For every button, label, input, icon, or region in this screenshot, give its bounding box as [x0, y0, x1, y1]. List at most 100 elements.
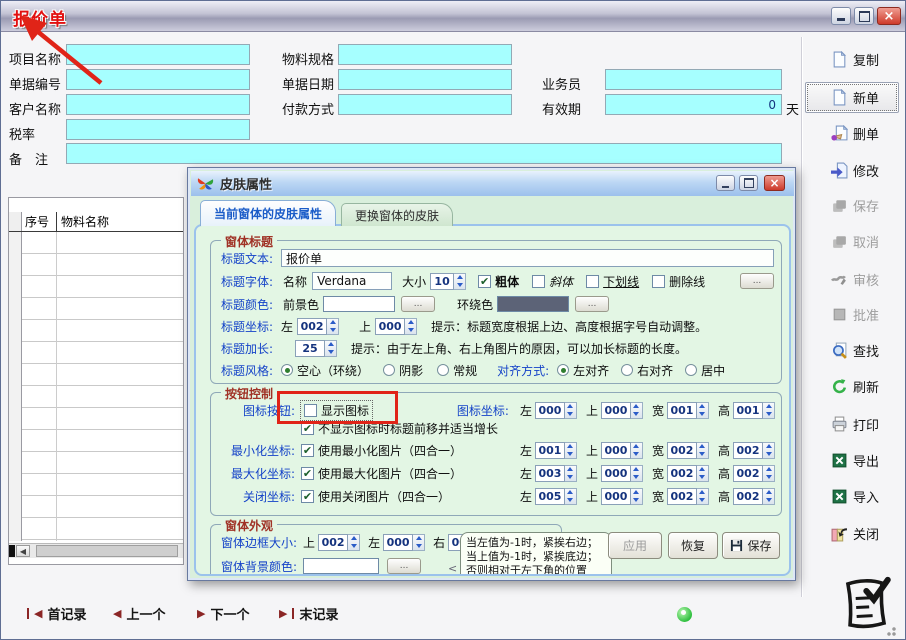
style-hollow-radio[interactable]: 空心（环绕）: [281, 362, 369, 379]
tab-current-skin[interactable]: 当前窗体的皮肤属性: [200, 200, 336, 226]
find-button[interactable]: 查找: [807, 339, 903, 361]
doc-no-input[interactable]: [66, 69, 250, 90]
audit-icon: [831, 271, 848, 288]
remark-input[interactable]: [66, 143, 782, 164]
save-button[interactable]: 保存: [807, 194, 903, 216]
apply-button[interactable]: 应用: [608, 532, 662, 559]
printer-icon: [831, 416, 848, 433]
bg-color-label: 窗体背景颜色:: [221, 558, 297, 575]
maximize-button[interactable]: [854, 7, 874, 25]
align-left-radio[interactable]: 左对齐: [557, 362, 609, 379]
copy-doc-icon: [831, 51, 848, 68]
icon-top-spinner: 000: [601, 402, 643, 419]
validity-input[interactable]: 0: [605, 94, 782, 115]
grid-row-selectors[interactable]: [9, 232, 22, 541]
align-center-radio[interactable]: 居中: [685, 362, 725, 379]
audit-button[interactable]: 审核: [807, 268, 903, 290]
close-height-spinner: 002: [733, 488, 775, 505]
use-close-image-checkbox[interactable]: 使用关闭图片（四合一）: [301, 488, 450, 505]
main-titlebar[interactable]: [1, 1, 906, 32]
style-normal-radio[interactable]: 常规: [437, 362, 477, 379]
grid-hscrollbar[interactable]: ◀: [9, 543, 183, 558]
nav-first-record[interactable]: ◀ 首记录: [27, 604, 86, 623]
font-name-input[interactable]: Verdana: [312, 272, 392, 290]
nav-last-record[interactable]: ▶ 末记录: [279, 604, 338, 623]
strike-checkbox[interactable]: 删除线: [652, 273, 705, 290]
approve-button[interactable]: 批准: [807, 303, 903, 325]
nav-next[interactable]: ▶ 下一个: [197, 604, 249, 623]
close-coord-label: 关闭坐标:: [221, 488, 295, 505]
delete-doc-button[interactable]: 删单: [807, 122, 903, 144]
grid-header-material[interactable]: 物料名称: [61, 212, 109, 231]
close-doc-button[interactable]: 关闭: [807, 522, 903, 544]
salesman-input[interactable]: [605, 69, 782, 90]
export-button[interactable]: 导出: [807, 449, 903, 471]
modify-button[interactable]: 修改: [807, 159, 903, 181]
dialog-titlebar[interactable]: 皮肤属性: [191, 171, 794, 196]
material-spec-input[interactable]: [338, 44, 512, 65]
bold-checkbox[interactable]: 粗体: [478, 273, 519, 290]
font-picker-button[interactable]: ...: [740, 273, 774, 289]
scroll-left-button[interactable]: ◀: [16, 545, 30, 557]
style-shadow-radio[interactable]: 阴影: [383, 362, 423, 379]
use-minimize-image-checkbox[interactable]: 使用最小化图片（四合一）: [301, 442, 462, 459]
copy-button[interactable]: 复制: [807, 48, 903, 70]
close-icon: ×: [884, 9, 895, 24]
foreground-swatch[interactable]: [323, 296, 395, 312]
grid-header-seq[interactable]: 序号: [25, 212, 49, 231]
foreground-label: 前景色: [283, 296, 319, 313]
new-doc-button[interactable]: 新单: [807, 86, 903, 108]
refresh-button[interactable]: 刷新: [807, 375, 903, 397]
tab-change-skin[interactable]: 更换窗体的皮肤: [341, 203, 453, 226]
dialog-minimize-button[interactable]: [716, 175, 735, 191]
validity-label: 有效期: [542, 99, 581, 118]
search-icon: [831, 342, 848, 359]
print-button[interactable]: 打印: [807, 413, 903, 435]
align-right-radio[interactable]: 右对齐: [621, 362, 673, 379]
new-doc-icon: [831, 89, 848, 106]
button-control-legend: 按钮控制: [221, 385, 277, 402]
use-maximize-image-checkbox[interactable]: 使用最大化图片（四合一）: [301, 465, 462, 482]
customer-input[interactable]: [66, 94, 250, 115]
scroll-thumb[interactable]: [36, 545, 178, 557]
project-name-input[interactable]: [66, 44, 250, 65]
title-font-label: 标题字体:: [221, 273, 273, 290]
title-style-row: 标题风格: 空心（环绕） 阴影 常规 对齐方式: 左对齐 右对齐 居中: [221, 361, 774, 379]
doc-date-input[interactable]: [338, 69, 512, 90]
close-button[interactable]: ×: [877, 7, 901, 25]
min-height-spinner: 002: [733, 442, 775, 459]
grid-corner-cell: [9, 212, 22, 231]
restore-button[interactable]: 恢复: [668, 532, 718, 559]
grid-header-divider: [56, 212, 57, 231]
cancel-button[interactable]: 取消: [807, 230, 903, 252]
italic-checkbox[interactable]: 斜体: [532, 273, 573, 290]
min-top-spinner: 000: [601, 442, 643, 459]
dialog-maximize-button[interactable]: [739, 175, 758, 191]
minimize-button[interactable]: [831, 7, 851, 25]
import-button[interactable]: 导入: [807, 485, 903, 507]
annotation-highlight-rect: [277, 391, 398, 424]
previous-icon: ◀: [113, 608, 121, 619]
max-height-spinner: 002: [733, 465, 775, 482]
minimize-icon: [837, 18, 845, 21]
close-book-icon: [831, 525, 848, 542]
spinner-buttons[interactable]: [454, 273, 466, 290]
title-text-input[interactable]: 报价单: [281, 249, 774, 267]
excel-export-icon: [831, 452, 848, 469]
save-skin-button[interactable]: 保存: [722, 532, 780, 559]
window-title-group: 窗体标题 标题文本: 报价单 标题字体: 名称 Verdana 大小 10 粗体…: [210, 240, 782, 384]
underline-checkbox[interactable]: 下划线: [586, 273, 639, 290]
grid-rows[interactable]: [9, 232, 183, 541]
nav-previous[interactable]: ◀ 上一个: [113, 604, 165, 623]
wrap-color-swatch[interactable]: [497, 296, 569, 312]
wrap-picker-button[interactable]: ...: [575, 296, 609, 312]
bg-color-swatch[interactable]: [303, 558, 379, 574]
grid-splitter-box[interactable]: [9, 545, 15, 557]
bg-color-picker-button[interactable]: ...: [387, 558, 421, 574]
payment-input[interactable]: [338, 94, 512, 115]
dialog-close-button[interactable]: ×: [764, 175, 785, 191]
foreground-picker-button[interactable]: ...: [401, 296, 435, 312]
minimize-coord-quad: 左001 上000 宽002 高002: [520, 442, 775, 459]
tax-rate-input[interactable]: [66, 119, 250, 140]
remark-label: 备 注: [9, 149, 48, 168]
